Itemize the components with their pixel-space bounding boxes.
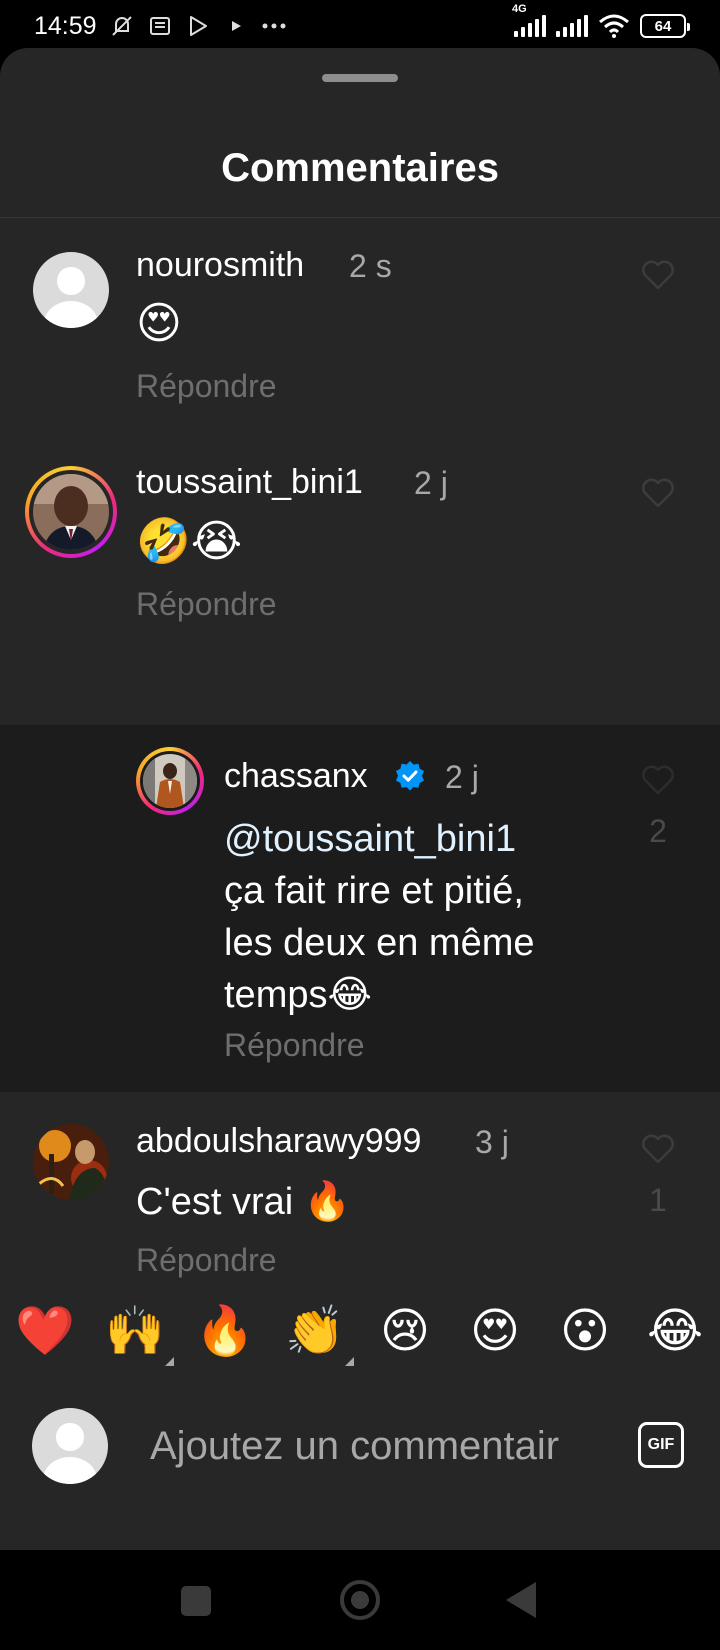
comment-input-bar: GIF (0, 1384, 720, 1550)
reaction-raising-hands-button[interactable]: 🙌 (104, 1305, 174, 1366)
reply-button[interactable]: Répondre (136, 368, 277, 405)
reply-button[interactable]: Répondre (136, 1242, 277, 1279)
avatar[interactable] (33, 474, 109, 550)
status-left: 14:59 (34, 12, 287, 41)
comment-text-line: temps😂 (224, 974, 372, 1016)
like-count: 2 (649, 813, 667, 849)
more-icon (261, 13, 287, 39)
comment-time: 2 s (349, 248, 392, 284)
reaction-heart-eyes-button[interactable]: 😍 (464, 1308, 526, 1356)
reply-button[interactable]: Répondre (136, 586, 277, 623)
play-store-icon (185, 13, 211, 39)
reaction-fire-button[interactable]: 🔥 (194, 1308, 256, 1356)
comment-username[interactable]: toussaint_bini1 (136, 463, 363, 502)
reaction-heart-button[interactable]: ❤️ (14, 1308, 76, 1356)
comment-item: toussaint_bini1 2 j 🤣😭 Répondre (0, 436, 720, 725)
mention-link[interactable]: @toussaint_bini1 (224, 813, 624, 865)
avatar[interactable] (33, 1124, 109, 1200)
reaction-crying-button[interactable]: 😢 (374, 1308, 436, 1356)
comment-text-line: ça fait rire et pitié, (224, 870, 524, 912)
wifi-icon (598, 14, 630, 38)
battery-level: 64 (654, 17, 672, 35)
avatar[interactable] (33, 252, 109, 328)
comment-time: 2 j (414, 465, 448, 501)
heart-icon[interactable] (641, 765, 675, 795)
battery-icon: 64 (640, 14, 690, 38)
comment-time: 3 j (475, 1124, 509, 1160)
heart-icon[interactable] (641, 478, 675, 508)
verified-badge-icon (396, 761, 424, 791)
play-icon (223, 13, 249, 39)
comment-username[interactable]: abdoulsharawy999 (136, 1122, 421, 1161)
heart-icon[interactable] (641, 260, 675, 290)
back-button[interactable] (506, 1582, 536, 1618)
status-bar: 14:59 4G 64 (0, 0, 720, 52)
current-user-avatar (32, 1408, 108, 1484)
gif-button[interactable]: GIF (638, 1422, 684, 1468)
comments-list[interactable]: nourosmith 2 s 😍 Répondre toussaint_bini… (0, 218, 720, 1376)
highlighted-reply: chassanx 2 j @toussaint_bini1 ça fait ri… (0, 725, 720, 1092)
reaction-label: 👏 (285, 1305, 345, 1358)
comment-text: 😍 (136, 299, 182, 348)
clock: 14:59 (34, 11, 97, 40)
comment-item: nourosmith 2 s 😍 Répondre (0, 218, 720, 436)
reaction-label: 🙌 (105, 1305, 165, 1358)
sheet-title: Commentaires (221, 146, 499, 190)
comment-text: 🤣😭 (136, 517, 243, 566)
comment-text: @toussaint_bini1 ça fait rire et pitié, … (224, 813, 624, 1021)
skin-tone-indicator-icon (345, 1357, 354, 1366)
heart-icon[interactable] (641, 1134, 675, 1164)
reaction-clapping-button[interactable]: 👏 (284, 1305, 354, 1366)
avatar[interactable] (143, 754, 197, 808)
comment-username[interactable]: chassanx (224, 757, 368, 796)
reply-button[interactable]: Répondre (224, 1027, 365, 1064)
skin-tone-indicator-icon (165, 1357, 174, 1366)
system-nav-bar (0, 1550, 720, 1650)
comment-username[interactable]: nourosmith (136, 246, 304, 285)
comment-text: C'est vrai 🔥 (136, 1181, 352, 1223)
quick-reactions-bar: ❤️ 🙌 🔥 👏 😢 😍 😮 😂 (0, 1280, 720, 1384)
signal-icon (556, 15, 588, 37)
comment-text-line: les deux en même (224, 922, 535, 964)
comments-sheet: Commentaires nourosmith 2 s 😍 Répondre t… (0, 48, 720, 1550)
like-count: 1 (649, 1182, 667, 1218)
home-button[interactable] (340, 1580, 380, 1620)
signal-4g-icon: 4G (512, 3, 546, 37)
status-right: 4G 64 (512, 3, 690, 38)
reaction-laughing-button[interactable]: 😂 (644, 1308, 706, 1356)
comment-time: 2 j (445, 759, 479, 795)
mute-icon (109, 13, 135, 39)
news-icon (147, 13, 173, 39)
comment-input[interactable] (150, 1414, 610, 1478)
network-type: 4G (512, 3, 527, 15)
drag-handle[interactable] (322, 74, 398, 82)
reaction-surprised-button[interactable]: 😮 (554, 1308, 616, 1356)
recent-apps-button[interactable] (181, 1586, 211, 1616)
